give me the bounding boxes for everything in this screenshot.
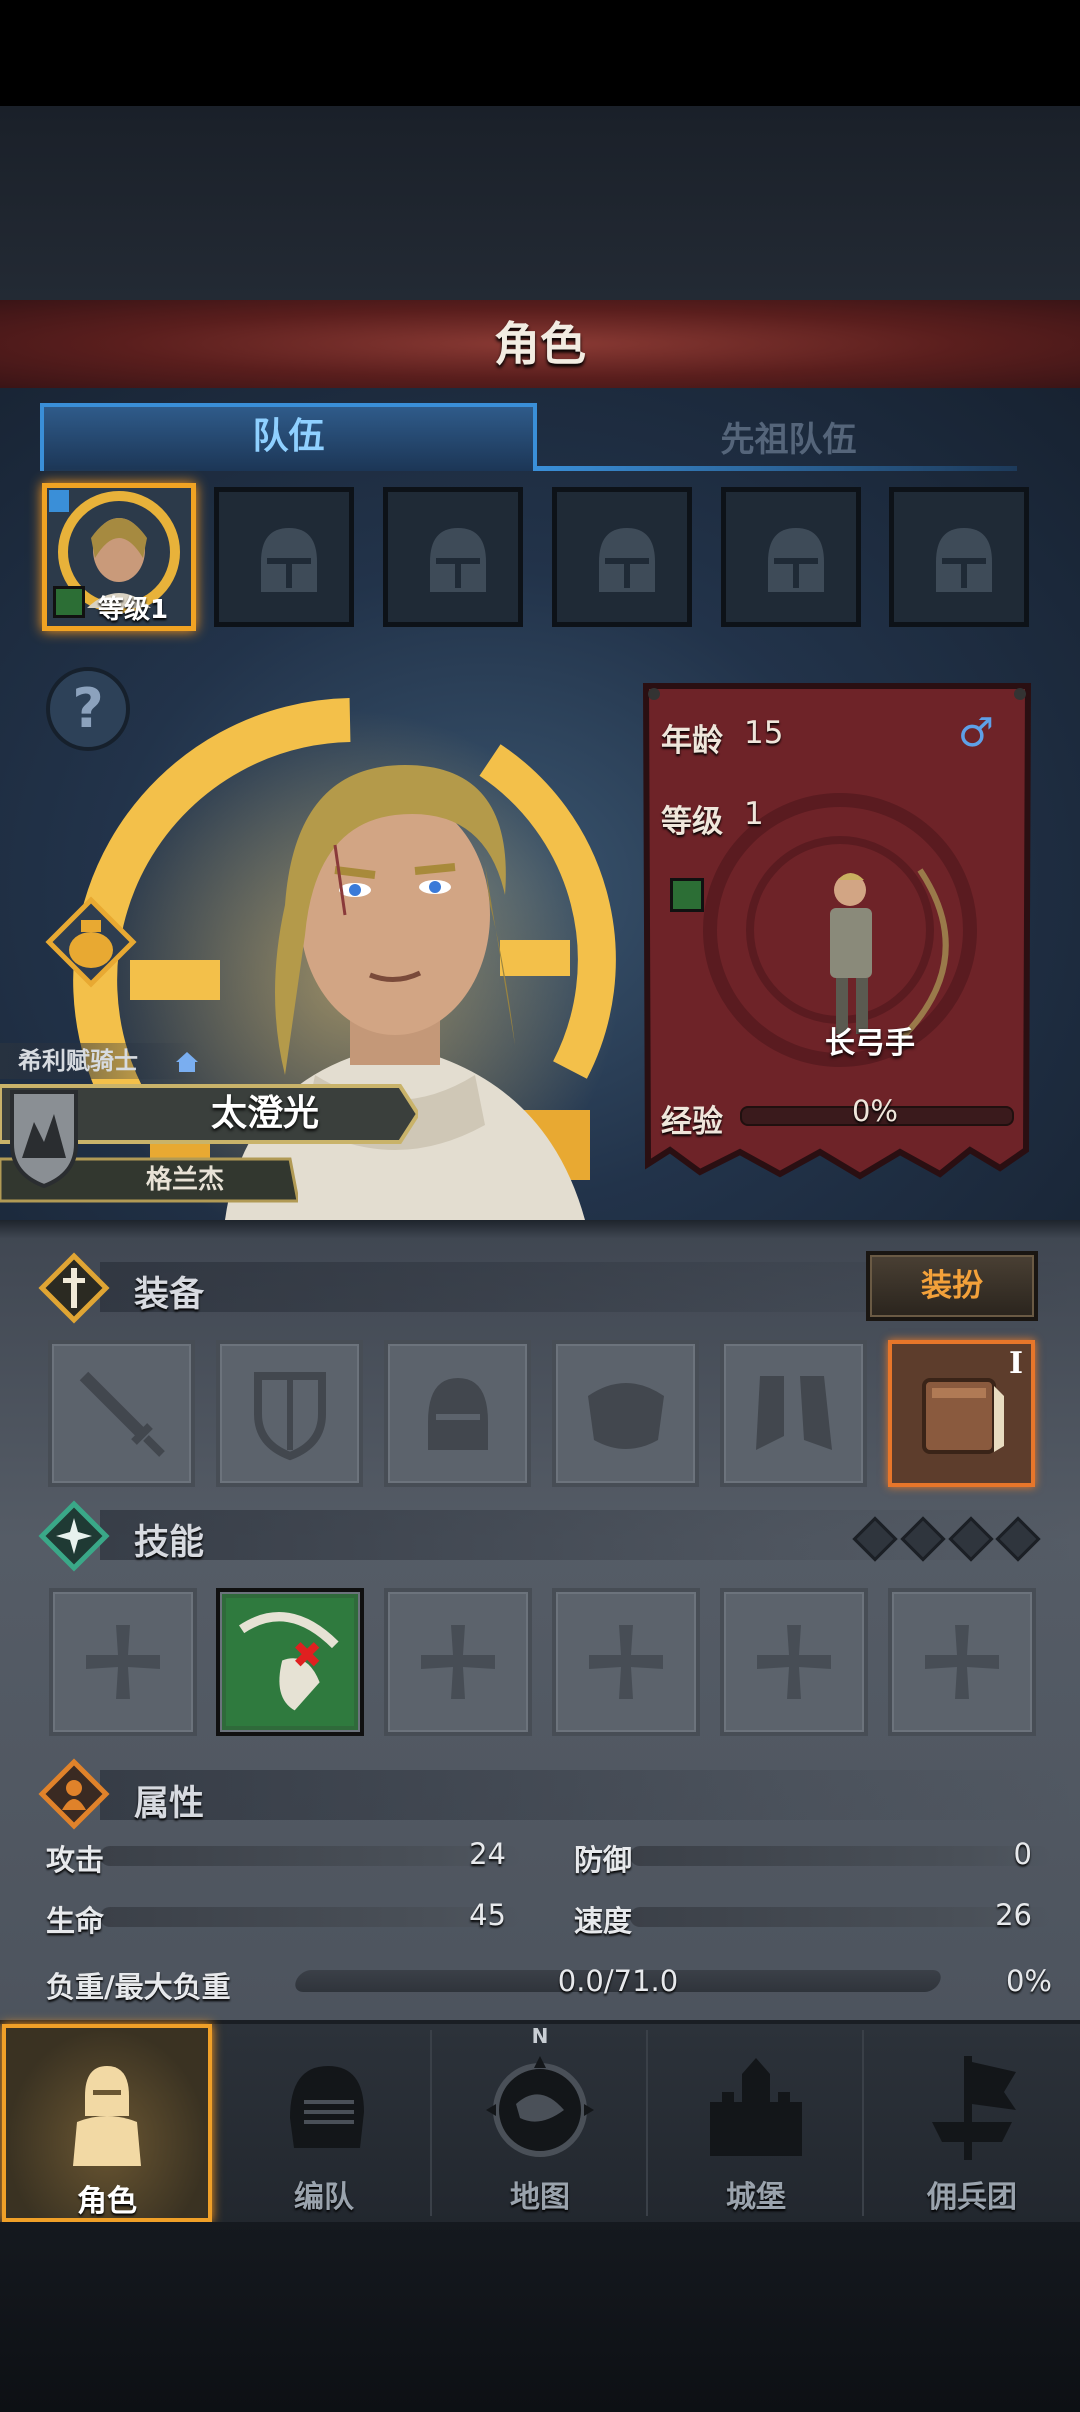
book-rank-badge: I [1008,1346,1023,1381]
top-backdrop [0,106,1080,300]
load-percent: 0% [1005,1964,1052,1998]
skill-slot-empty[interactable] [552,1588,700,1736]
nav-formation-label: 编队 [294,2180,354,2215]
skill-slot-archer-skill[interactable] [216,1588,364,1736]
hp-label: 生命 [46,1904,105,1938]
attributes-header-band [100,1770,1080,1820]
panel-divider [0,1220,1080,1238]
boots-icon [756,1376,832,1450]
knight-icon [73,2066,141,2166]
helmet-icon [290,2066,364,2148]
shield-icon [254,1372,326,1461]
dagger-icon [38,1252,110,1324]
tab-team-label[interactable]: 队伍 [40,403,537,471]
team-slot-empty[interactable] [889,487,1029,627]
cross-icon [589,1625,663,1699]
helmet-placeholder-icon [936,528,992,592]
faction-shield-icon [10,1090,78,1188]
equip-slot-shield[interactable] [216,1340,363,1487]
class-title: 希利赋骑士 [18,1047,138,1075]
nav-character[interactable]: 角色 [2,2024,212,2222]
attribute-drop-icon [38,1758,110,1830]
skill-slot-empty[interactable] [720,1588,868,1736]
nav-mercenary-label: 佣兵团 [927,2180,1017,2215]
equip-slot-book[interactable]: I [888,1340,1035,1487]
nav-castle[interactable]: 城堡 [648,2024,864,2222]
hp-value: 45 [469,1898,506,1932]
bottom-backdrop [0,2222,1080,2412]
equip-slot-weapon[interactable] [48,1340,195,1487]
cross-icon [757,1625,831,1699]
banner-icon [932,2056,1016,2160]
cross-icon [86,1625,160,1699]
team-slot-empty[interactable] [214,487,354,627]
compass-north-label: N [531,2024,549,2048]
skills-title: 技能 [134,1523,205,1563]
hero-sub-name: 格兰杰 [145,1165,224,1195]
exp-value: 0% [851,1094,898,1128]
skill-slot-empty[interactable] [49,1588,197,1736]
castle-icon [710,2058,802,2156]
dress-up-label[interactable]: 装扮 [866,1251,1038,1321]
speed-value: 26 [995,1898,1032,1932]
tab-underline [537,466,1017,471]
skill-slot-empty[interactable] [888,1588,1036,1736]
house-icon [176,1052,198,1072]
book-icon [922,1378,1004,1454]
team-slot-empty[interactable] [552,487,692,627]
unit-class-label: 长弓手 [825,1026,915,1061]
helmet-icon [428,1378,488,1450]
level-label: 等级 [661,804,723,840]
skill-slot-empty[interactable] [384,1588,532,1736]
cross-icon [421,1625,495,1699]
equip-slot-boots[interactable] [720,1340,867,1487]
nav-mercenary[interactable]: 佣兵团 [864,2024,1080,2222]
bow-shot-skill-icon [226,1598,354,1726]
sword-icon [79,1371,165,1457]
compass-icon [486,2056,594,2157]
team-slot-empty[interactable] [721,487,861,627]
page-title: 角色 [494,317,586,371]
age-label: 年龄 [661,723,723,759]
helmet-placeholder-icon [430,528,486,592]
star-burst-icon [38,1500,110,1572]
equip-slot-armor[interactable] [552,1340,699,1487]
hero-status-icon [53,586,85,618]
nav-map-label: 地图 [510,2180,570,2215]
load-label: 负重/最大负重 [46,1970,231,2004]
helmet-placeholder-icon [768,528,824,592]
attack-value: 24 [469,1837,506,1871]
helmet-placeholder-icon [599,528,655,592]
level-value: 1 [744,796,764,832]
hero-level-badge: 等级1 [98,595,169,625]
attack-label: 攻击 [46,1843,105,1877]
status-icon [670,878,704,912]
equip-slot-helmet[interactable] [384,1340,531,1487]
tab-ancestor-label[interactable]: 先祖队伍 [537,403,1040,471]
hero-portrait [225,765,585,1220]
nav-castle-label: 城堡 [726,2180,786,2215]
potion-icon[interactable] [45,896,137,988]
status-bar-area [0,0,1080,106]
load-value: 0.0/71.0 [557,1964,679,1998]
speed-label: 速度 [574,1904,633,1938]
attributes-title: 属性 [134,1784,205,1824]
helmet-placeholder-icon [261,528,317,592]
nav-formation[interactable]: 编队 [216,2024,432,2222]
defense-label: 防御 [574,1843,633,1877]
nav-map[interactable]: N 地图 [432,2024,648,2222]
gender-male-icon: ♂ [958,710,994,756]
hero-name: 太澄光 [210,1093,319,1134]
nav-character-label: 角色 [77,2184,137,2219]
exp-label: 经验 [661,1104,723,1140]
defense-value: 0 [1013,1837,1032,1871]
age-value: 15 [744,715,784,751]
armor-icon [588,1383,664,1449]
team-slot-empty[interactable] [383,487,523,627]
cross-icon [925,1625,999,1699]
equipment-title: 装备 [134,1275,205,1315]
